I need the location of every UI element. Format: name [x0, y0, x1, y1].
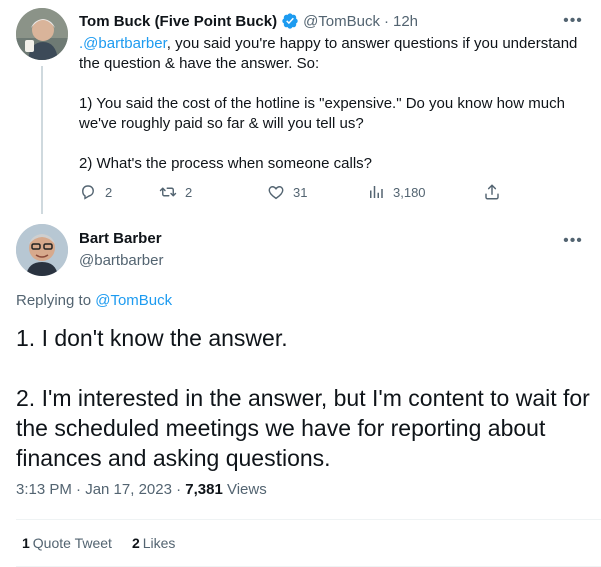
like-icon	[268, 186, 284, 200]
retweet-count: 2	[185, 184, 193, 200]
share-button[interactable]	[483, 183, 509, 201]
like-count: 31	[293, 184, 308, 200]
tweet-meta: 3:13 PM · Jan 17, 2023 · 7,381 Views	[16, 481, 267, 498]
handle[interactable]: @TomBuck	[303, 13, 380, 30]
more-options-icon[interactable]: •••	[562, 10, 584, 32]
avatar-photo-icon	[16, 224, 68, 276]
views-label: Views	[222, 481, 267, 498]
quote-label: Quote Tweet	[32, 535, 112, 551]
separator: ·	[384, 12, 389, 30]
reply-button[interactable]: 2	[79, 183, 112, 201]
replying-prefix: Replying to	[16, 292, 96, 309]
display-name[interactable]: Bart Barber	[79, 230, 162, 247]
divider	[16, 519, 601, 520]
like-label: Likes	[142, 535, 176, 551]
views-count[interactable]: 7,381	[185, 481, 223, 498]
avatar[interactable]	[16, 224, 68, 276]
quote-count: 1	[22, 535, 30, 551]
verified-icon	[282, 13, 298, 29]
timestamp[interactable]: 3:13 PM · Jan 17, 2023 ·	[16, 481, 185, 498]
parent-header: Tom Buck (Five Point Buck) @TomBuck · 12…	[79, 10, 418, 32]
replying-to: Replying to @TomBuck	[16, 292, 172, 309]
avatar[interactable]	[16, 8, 68, 60]
tweet-body: , you said you're happy to answer questi…	[79, 35, 578, 172]
more-options-icon[interactable]: •••	[562, 230, 584, 252]
views-icon	[370, 186, 383, 198]
quote-tweets-link[interactable]: 1 Quote Tweet	[22, 535, 112, 551]
views-button[interactable]: 3,180	[367, 183, 426, 201]
replying-to-link[interactable]: @TomBuck	[95, 292, 172, 309]
avatar-photo-icon	[16, 8, 68, 60]
display-name[interactable]: Tom Buck (Five Point Buck)	[79, 13, 277, 30]
reply-icon	[82, 185, 94, 200]
mention-link[interactable]: .@bartbarber	[79, 35, 167, 52]
likes-link[interactable]: 2 Likes	[132, 535, 175, 551]
tweet-text: .@bartbarber, you said you're happy to a…	[79, 34, 584, 174]
like-count: 2	[131, 535, 140, 551]
thread-connector	[41, 66, 43, 214]
retweet-button[interactable]: 2	[159, 183, 192, 201]
handle[interactable]: @bartbarber	[79, 252, 163, 269]
reply-count: 2	[105, 184, 113, 200]
retweet-icon	[159, 187, 177, 197]
parent-tweet[interactable]: Tom Buck (Five Point Buck) @TomBuck · 12…	[0, 0, 601, 214]
engagement-stats: 1 Quote Tweet 2 Likes	[22, 535, 195, 551]
views-count: 3,180	[393, 184, 426, 200]
tweet-text: 1. I don't know the answer. 2. I'm inter…	[16, 325, 590, 471]
share-icon	[485, 184, 499, 200]
timestamp[interactable]: 12h	[393, 13, 418, 30]
action-bar: 2 2 31 3,180	[79, 183, 499, 207]
like-button[interactable]: 31	[267, 183, 307, 201]
